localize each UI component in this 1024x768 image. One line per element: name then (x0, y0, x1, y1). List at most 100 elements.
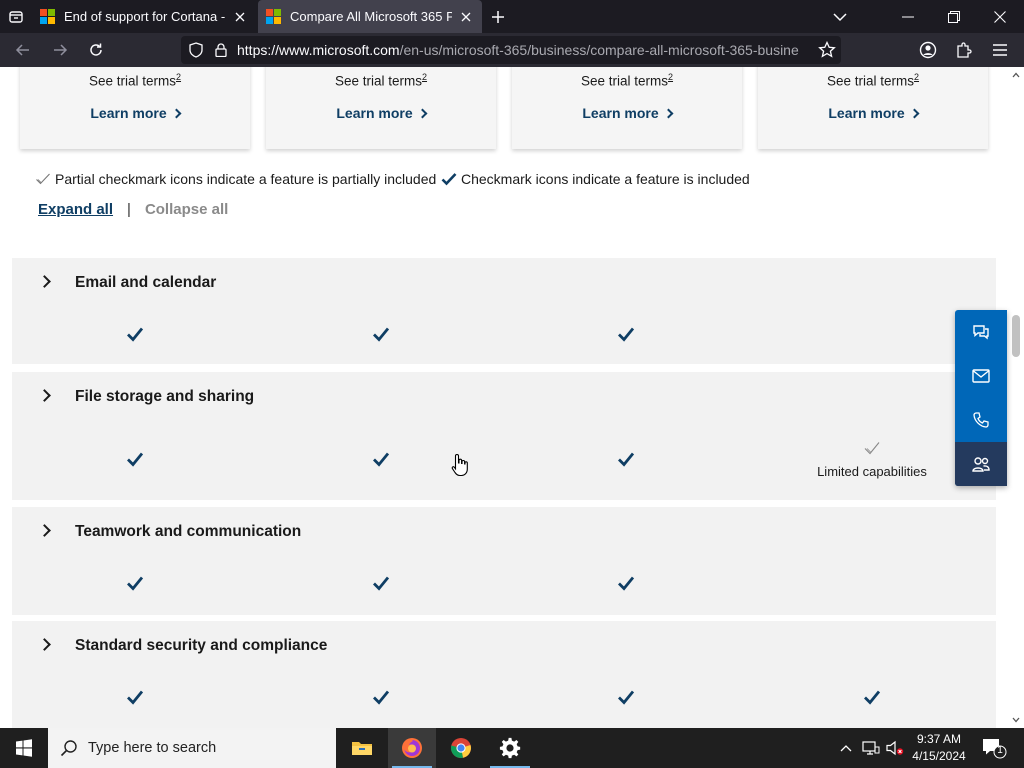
tab-list-icon[interactable] (4, 5, 28, 29)
show-hidden-icons-chevron-icon[interactable] (836, 728, 856, 768)
microsoft-logo-icon (266, 8, 282, 25)
chrome-icon[interactable] (437, 728, 485, 768)
legend-full: Checkmark icons indicate a feature is in… (441, 171, 750, 187)
community-people-icon[interactable] (955, 442, 1007, 486)
plan-4-feature-cell: Limited capabilities (772, 439, 972, 479)
scroll-down-arrow-icon[interactable] (1008, 712, 1024, 728)
legend-partial: Partial checkmark icons indicate a featu… (35, 171, 436, 187)
volume-muted-icon[interactable] (884, 728, 906, 768)
checkmark-icon (127, 690, 144, 705)
chevron-right-icon (909, 108, 920, 119)
expand-collapse-controls: Expand all | Collapse all (38, 201, 228, 218)
reload-icon[interactable] (84, 38, 108, 62)
tab-compare-plans[interactable]: Compare All Microsoft 365 Plans (258, 0, 482, 33)
collapse-all-button[interactable]: Collapse all (145, 201, 228, 218)
plan-3-feature-cell (526, 325, 726, 348)
footnote-link[interactable]: 2 (668, 72, 673, 82)
close-tab-icon[interactable] (458, 9, 474, 25)
chevron-right-icon (38, 389, 51, 402)
notification-center-icon[interactable]: 1 (980, 736, 1008, 760)
tracking-protection-shield-icon[interactable] (189, 42, 203, 58)
hand-cursor-icon (451, 453, 468, 477)
chat-icon[interactable] (955, 310, 1007, 354)
learn-more-link[interactable]: Learn more (512, 105, 742, 121)
lock-icon[interactable] (215, 43, 227, 57)
learn-more-label: Learn more (336, 105, 413, 121)
partial-checkmark-icon (36, 173, 50, 185)
checkmark-icon (441, 173, 457, 186)
expand-all-button[interactable]: Expand all (38, 201, 113, 218)
minimize-icon[interactable] (885, 0, 931, 33)
trial-terms: See trial terms2 (20, 72, 250, 89)
email-icon[interactable] (955, 354, 1007, 398)
checkmark-icon (373, 576, 390, 591)
url-text[interactable]: https://www.microsoft.com/en-us/microsof… (237, 42, 833, 58)
scrollbar-thumb[interactable] (1012, 315, 1020, 357)
section-label: Email and calendar (75, 274, 217, 291)
phone-icon[interactable] (955, 398, 1007, 442)
checkmark-icon (373, 690, 390, 705)
learn-more-label: Learn more (828, 105, 905, 121)
tab-title: End of support for Cortana - Mic (64, 9, 226, 24)
plan-card: See trial terms2 Learn more (266, 67, 496, 149)
learn-more-link[interactable]: Learn more (20, 105, 250, 121)
url-path: /en-us/microsoft-365/business/compare-al… (399, 42, 799, 58)
footnote-link[interactable]: 2 (914, 72, 919, 82)
browser-nav-bar: https://www.microsoft.com/en-us/microsof… (0, 33, 1024, 67)
footnote-link[interactable]: 2 (422, 72, 427, 82)
new-tab-icon[interactable] (486, 5, 510, 29)
feature-section-teamwork[interactable]: Teamwork and communication (12, 507, 996, 615)
learn-more-link[interactable]: Learn more (266, 105, 496, 121)
address-bar[interactable]: https://www.microsoft.com/en-us/microsof… (181, 36, 841, 64)
firefox-icon[interactable] (388, 728, 436, 768)
bookmark-star-icon[interactable] (815, 38, 839, 62)
notification-count: 1 (997, 745, 1003, 756)
plan-1-feature-cell (35, 688, 235, 711)
feature-section-security[interactable]: Standard security and compliance (12, 621, 996, 728)
microsoft-logo-icon (40, 8, 56, 25)
restore-icon[interactable] (931, 0, 977, 33)
checkmark-icon (127, 452, 144, 467)
file-explorer-icon[interactable] (338, 728, 386, 768)
plan-2-feature-cell (281, 688, 481, 711)
page-scrollbar[interactable] (1008, 67, 1024, 728)
tab-cortana[interactable]: End of support for Cortana - Mic (32, 0, 256, 33)
limited-capabilities-text: Limited capabilities (817, 464, 927, 479)
extensions-puzzle-icon[interactable] (952, 38, 976, 62)
network-icon[interactable] (860, 728, 882, 768)
section-label: Standard security and compliance (75, 637, 328, 654)
list-all-tabs-chevron-icon[interactable] (817, 0, 863, 33)
learn-more-link[interactable]: Learn more (758, 105, 988, 121)
windows-start-icon[interactable] (0, 728, 48, 768)
separator: | (127, 201, 131, 218)
tab-title: Compare All Microsoft 365 Plans (290, 9, 452, 24)
plan-1-feature-cell (35, 450, 235, 473)
settings-gear-icon[interactable] (486, 728, 534, 768)
back-arrow-icon[interactable] (11, 38, 35, 62)
section-header[interactable]: Email and calendar (12, 258, 996, 306)
checkmark-icon (618, 690, 635, 705)
chevron-right-icon (38, 524, 51, 537)
url-host: https://www.microsoft.com (237, 42, 400, 58)
chevron-right-icon (38, 275, 51, 288)
chevron-right-icon (417, 108, 428, 119)
close-window-icon[interactable] (977, 0, 1023, 33)
footnote-link[interactable]: 2 (176, 72, 181, 82)
menu-hamburger-icon[interactable] (988, 38, 1012, 62)
taskbar-search-box[interactable]: Type here to search (48, 728, 336, 768)
trial-terms-text: See trial terms (88, 73, 176, 89)
section-header[interactable]: Teamwork and communication (12, 507, 996, 555)
section-header[interactable]: File storage and sharing (12, 372, 996, 420)
system-clock[interactable]: 9:37 AM 4/15/2024 (906, 731, 972, 765)
close-tab-icon[interactable] (232, 9, 248, 25)
scroll-up-arrow-icon[interactable] (1008, 67, 1024, 83)
plan-card: See trial terms2 Learn more (512, 67, 742, 149)
feature-section-file-storage[interactable]: File storage and sharing Limited capabil… (12, 372, 996, 500)
feature-section-email-calendar[interactable]: Email and calendar (12, 258, 996, 364)
page-viewport: See trial terms2 Learn more See trial te… (0, 67, 1008, 728)
forward-arrow-icon[interactable] (48, 38, 72, 62)
clock-time: 9:37 AM (916, 732, 962, 746)
plan-card: See trial terms2 Learn more (20, 67, 250, 149)
section-header[interactable]: Standard security and compliance (12, 621, 996, 669)
account-icon[interactable] (916, 38, 940, 62)
